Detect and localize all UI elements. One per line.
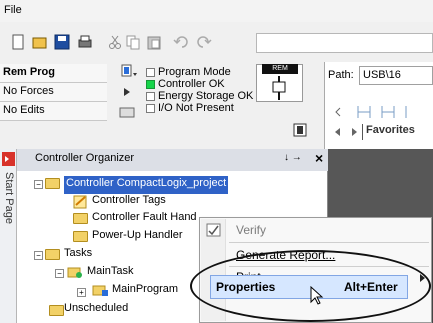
new-file-icon[interactable] [10, 34, 26, 50]
keyswitch-label: REM [262, 64, 298, 74]
path-label: Path: [328, 69, 354, 81]
tag-icon [73, 195, 87, 209]
tree-item-controller-tags[interactable]: Controller Tags [92, 194, 166, 212]
task-icon [67, 267, 82, 278]
tree-item-powerup-handler[interactable]: Power-Up Handler [92, 229, 182, 247]
expander-controller[interactable]: − [34, 180, 43, 189]
expander-tasks[interactable]: − [34, 251, 43, 260]
folder-icon [45, 249, 60, 260]
menu-file[interactable]: File [4, 4, 30, 19]
organizer-close-icon[interactable]: × [315, 150, 323, 166]
cut-icon[interactable] [107, 34, 123, 50]
menubar [0, 0, 433, 22]
energy-storage-indicator [146, 92, 155, 101]
folder-icon [73, 231, 88, 242]
paste-icon[interactable] [146, 34, 162, 50]
undo-icon[interactable] [173, 34, 189, 50]
tree-item-controller[interactable]: Controller CompactLogix_project [64, 176, 229, 194]
highlight-ellipse [190, 250, 431, 322]
controller-ok-indicator [146, 80, 155, 89]
organizer-pin-icon[interactable]: ↓ → [284, 152, 302, 163]
forces-status: No Forces [0, 83, 107, 102]
folder-icon [45, 178, 60, 189]
tab-favorites[interactable]: Favorites [362, 124, 433, 140]
start-page-label: Start Page [3, 172, 15, 224]
forces-arrow-icon[interactable] [121, 86, 137, 98]
tree-item-mainprogram[interactable]: MainProgram [112, 283, 178, 301]
print-icon[interactable] [77, 34, 93, 50]
folder-icon [49, 305, 64, 316]
save-icon[interactable] [54, 34, 70, 50]
redo-icon[interactable] [196, 34, 212, 50]
ladder-toolbar-icons[interactable] [332, 105, 432, 119]
organizer-title: Controller Organizer [17, 149, 328, 171]
open-folder-icon[interactable] [32, 34, 48, 50]
io-indicator [146, 104, 155, 113]
start-page-icon[interactable] [2, 152, 15, 166]
scroll-left-icon[interactable] [330, 125, 346, 139]
keyswitch-icon [272, 76, 286, 100]
mode-dropdown-icon[interactable] [121, 64, 139, 78]
path-input[interactable]: USB\16 [359, 66, 433, 85]
scroll-right-icon[interactable] [346, 125, 362, 139]
expander-mainprogram[interactable]: + [77, 288, 86, 297]
tree-item-unscheduled[interactable]: Unscheduled [64, 302, 128, 320]
toolbar-search-box[interactable] [256, 33, 433, 53]
energy-storage-label: Energy Storage OK [158, 90, 254, 102]
controller-ok-label: Controller OK [158, 78, 225, 90]
io-label: I/O Not Present [158, 102, 234, 114]
edits-status: No Edits [0, 102, 107, 121]
tree-item-fault-handler[interactable]: Controller Fault Hand [92, 211, 197, 229]
program-icon [92, 285, 108, 296]
menu-separator [229, 242, 429, 243]
copy-icon[interactable] [125, 34, 141, 50]
program-mode-label: Program Mode [158, 66, 231, 78]
edits-icon[interactable] [118, 104, 136, 118]
tree-item-maintask[interactable]: MainTask [87, 265, 133, 283]
controller-mode: Rem Prog [0, 64, 107, 83]
tree-item-tasks[interactable]: Tasks [64, 247, 92, 265]
verify-icon [206, 223, 221, 237]
folder-icon [73, 213, 88, 224]
program-mode-indicator [146, 68, 155, 77]
expander-maintask[interactable]: − [55, 269, 64, 278]
controller-status-icon[interactable] [293, 123, 307, 137]
